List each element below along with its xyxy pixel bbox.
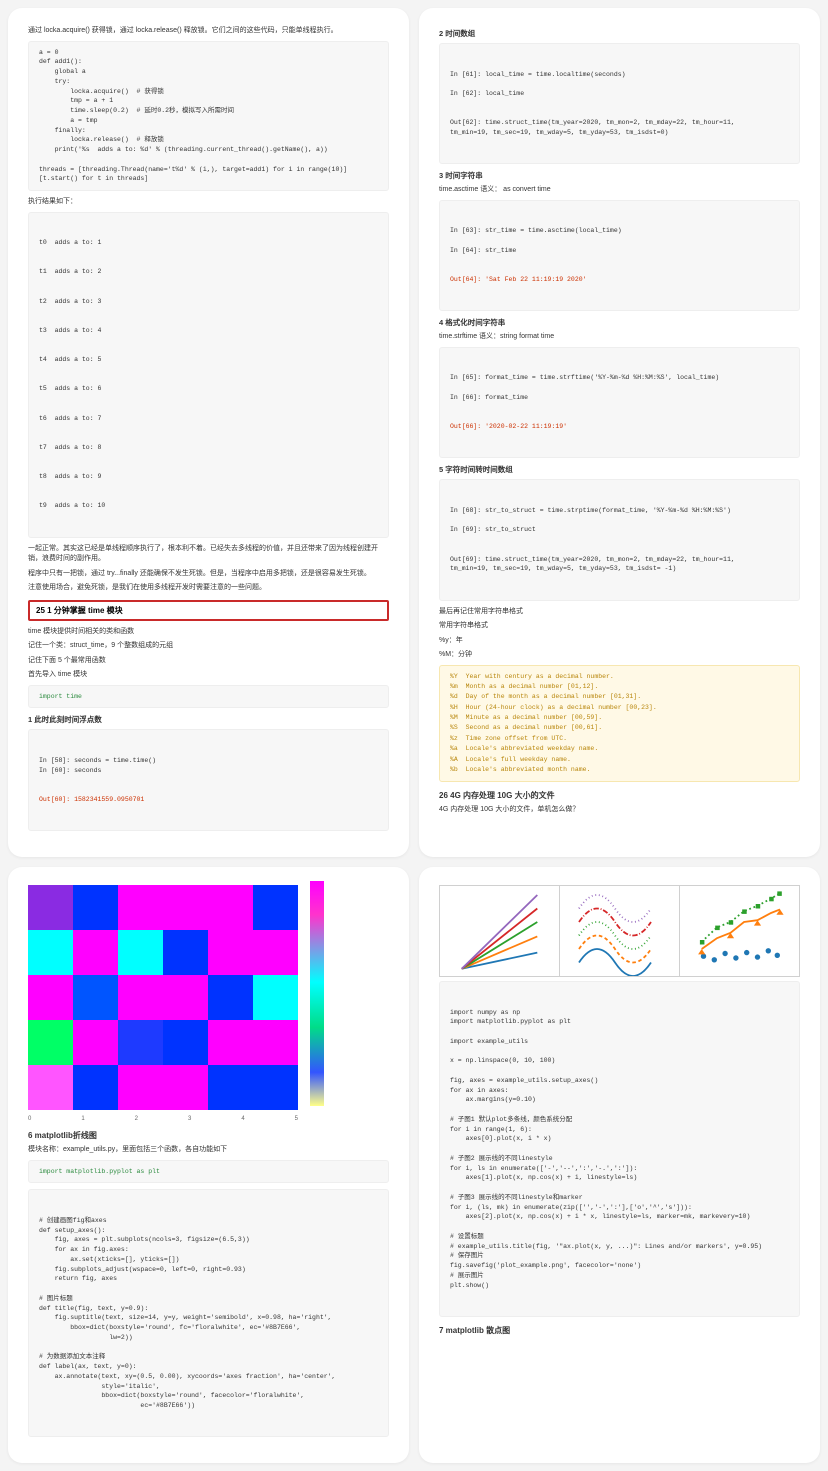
heatmap-cell xyxy=(118,1065,163,1110)
heatmap-cell xyxy=(208,1020,253,1065)
heatmap-cell xyxy=(163,885,208,930)
mini-chart-cosines xyxy=(560,886,680,976)
result-output: t0 adds a to: 1 t1 adds a to: 2 t2 adds … xyxy=(28,212,389,538)
heatmap-cell xyxy=(208,975,253,1020)
sec1-title: 1 此时此刻时间浮点数 xyxy=(28,714,389,725)
page-top-right: 2 时间数组 In [61]: local_time = time.localt… xyxy=(419,8,820,857)
heatmap-cell xyxy=(163,975,208,1020)
sec6-p: 模块名称：example_utils.py，里面包括三个函数，各自功能如下 xyxy=(28,1145,389,1156)
heatmap-cell xyxy=(118,1020,163,1065)
sec7-title: 7 matplotlib 散点图 xyxy=(439,1325,800,1336)
sec3-title: 3 时间字符串 xyxy=(439,170,800,181)
code-plot-script: import numpy as np import matplotlib.pyp… xyxy=(439,981,800,1317)
heatmap-cell xyxy=(118,975,163,1020)
page-bottom-right: import numpy as np import matplotlib.pyp… xyxy=(419,867,820,1463)
heatmap-cell xyxy=(73,1020,118,1065)
fmt-title: 最后再记住常用字符串格式 xyxy=(439,607,800,618)
code-sec5: In [68]: str_to_struct = time.strptime(f… xyxy=(439,479,800,600)
heatmap-cell xyxy=(73,975,118,1020)
heatmap-cell xyxy=(253,930,298,975)
page-grid: 通过 locka.acquire() 获得锁，通过 locka.release(… xyxy=(0,0,828,1471)
heatmap-cell xyxy=(73,885,118,930)
heatmap-grid xyxy=(28,885,298,1110)
heatmap-figure: 0 1 2 3 4 5 xyxy=(28,881,389,1122)
intro-text: 通过 locka.acquire() 获得锁，通过 locka.release(… xyxy=(28,26,389,37)
heatmap-cell xyxy=(28,975,73,1020)
heatmap-cell xyxy=(28,885,73,930)
heatmap-cell xyxy=(163,1020,208,1065)
code-import-time: import time xyxy=(28,685,389,709)
fmt-m: %M：分钟 xyxy=(439,650,800,661)
para2: 程序中只有一把锁，通过 try...finally 还能确保不发生死锁。但是，当… xyxy=(28,569,389,580)
code-import-plt: import matplotlib.pyplot as plt xyxy=(28,1160,389,1184)
para1: 一起正常。其实这已经是单线程顺序执行了，根本利不着。已经失去多线程的价值，并且还… xyxy=(28,544,389,565)
result-label: 执行结果如下： xyxy=(28,197,389,208)
code-sec2: In [61]: local_time = time.localtime(sec… xyxy=(439,43,800,164)
heatmap-cell xyxy=(118,885,163,930)
para3: 注意使用场合，避免死锁，是我们在使用多线程开发时需要注意的一些问题。 xyxy=(28,583,389,594)
sec6-title: 6 matplotlib折线图 xyxy=(28,1130,389,1141)
heatmap-cell xyxy=(118,930,163,975)
fmt-y: %y：年 xyxy=(439,636,800,647)
sec26-p: 4G 内存处理 10G 大小的文件，单机怎么做？ xyxy=(439,805,800,816)
heatmap-cell xyxy=(73,930,118,975)
heatmap-cell xyxy=(28,930,73,975)
sec4-title: 4 格式化时间字符串 xyxy=(439,317,800,328)
code-sec4: In [65]: format_time = time.strftime('%Y… xyxy=(439,347,800,459)
heatmap-cell xyxy=(28,1020,73,1065)
sec5-title: 5 字符时间转时间数组 xyxy=(439,464,800,475)
para5: 记住一个类：struct_time，9 个整数组成的元组 xyxy=(28,641,389,652)
para6: 记住下面 5 个最常用函数 xyxy=(28,656,389,667)
heatmap-cell xyxy=(28,1065,73,1110)
heatmap-cell xyxy=(163,1065,208,1110)
sec4-note: time.strftime 语义：string format time xyxy=(439,332,800,343)
heatmap-cell xyxy=(208,1065,253,1110)
mini-chart-lines xyxy=(440,886,560,976)
fmt-sub: 常用字符串格式 xyxy=(439,621,800,632)
heatmap-cell xyxy=(163,930,208,975)
format-codes-box: %Y Year with century as a decimal number… xyxy=(439,665,800,783)
code-lock-example: a = 0 def add1(): global a try: locka.ac… xyxy=(28,41,389,192)
heatmap-cell xyxy=(253,1065,298,1110)
page-bottom-left: 0 1 2 3 4 5 6 matplotlib折线图 模块名称：example… xyxy=(8,867,409,1463)
heatmap-xticks: 0 1 2 3 4 5 xyxy=(28,1116,298,1122)
colorbar xyxy=(310,881,324,1106)
sec26-title: 26 4G 内存处理 10G 大小的文件 xyxy=(439,790,800,801)
heatmap-cell xyxy=(208,930,253,975)
sec3-note: time.asctime 语义： as convert time xyxy=(439,185,800,196)
code-sec3: In [63]: str_time = time.asctime(local_t… xyxy=(439,200,800,312)
heatmap-cell xyxy=(73,1065,118,1110)
sec2-title: 2 时间数组 xyxy=(439,28,800,39)
heatmap-cell xyxy=(253,975,298,1020)
mini-charts xyxy=(439,885,800,977)
section-25-title: 25 1 分钟掌握 time 模块 xyxy=(28,600,389,621)
page-top-left: 通过 locka.acquire() 获得锁，通过 locka.release(… xyxy=(8,8,409,857)
heatmap-cell xyxy=(208,885,253,930)
heatmap-cell xyxy=(253,1020,298,1065)
para7: 首先导入 time 模块 xyxy=(28,670,389,681)
heatmap-cell xyxy=(253,885,298,930)
mini-chart-markers xyxy=(680,886,799,976)
code-example-utils: # 创建画图fig和axes def setup_axes(): fig, ax… xyxy=(28,1189,389,1437)
code-sec1: In [58]: seconds = time.time() In [60]: … xyxy=(28,729,389,831)
para4: time 模块提供时间相关的类和函数 xyxy=(28,627,389,638)
